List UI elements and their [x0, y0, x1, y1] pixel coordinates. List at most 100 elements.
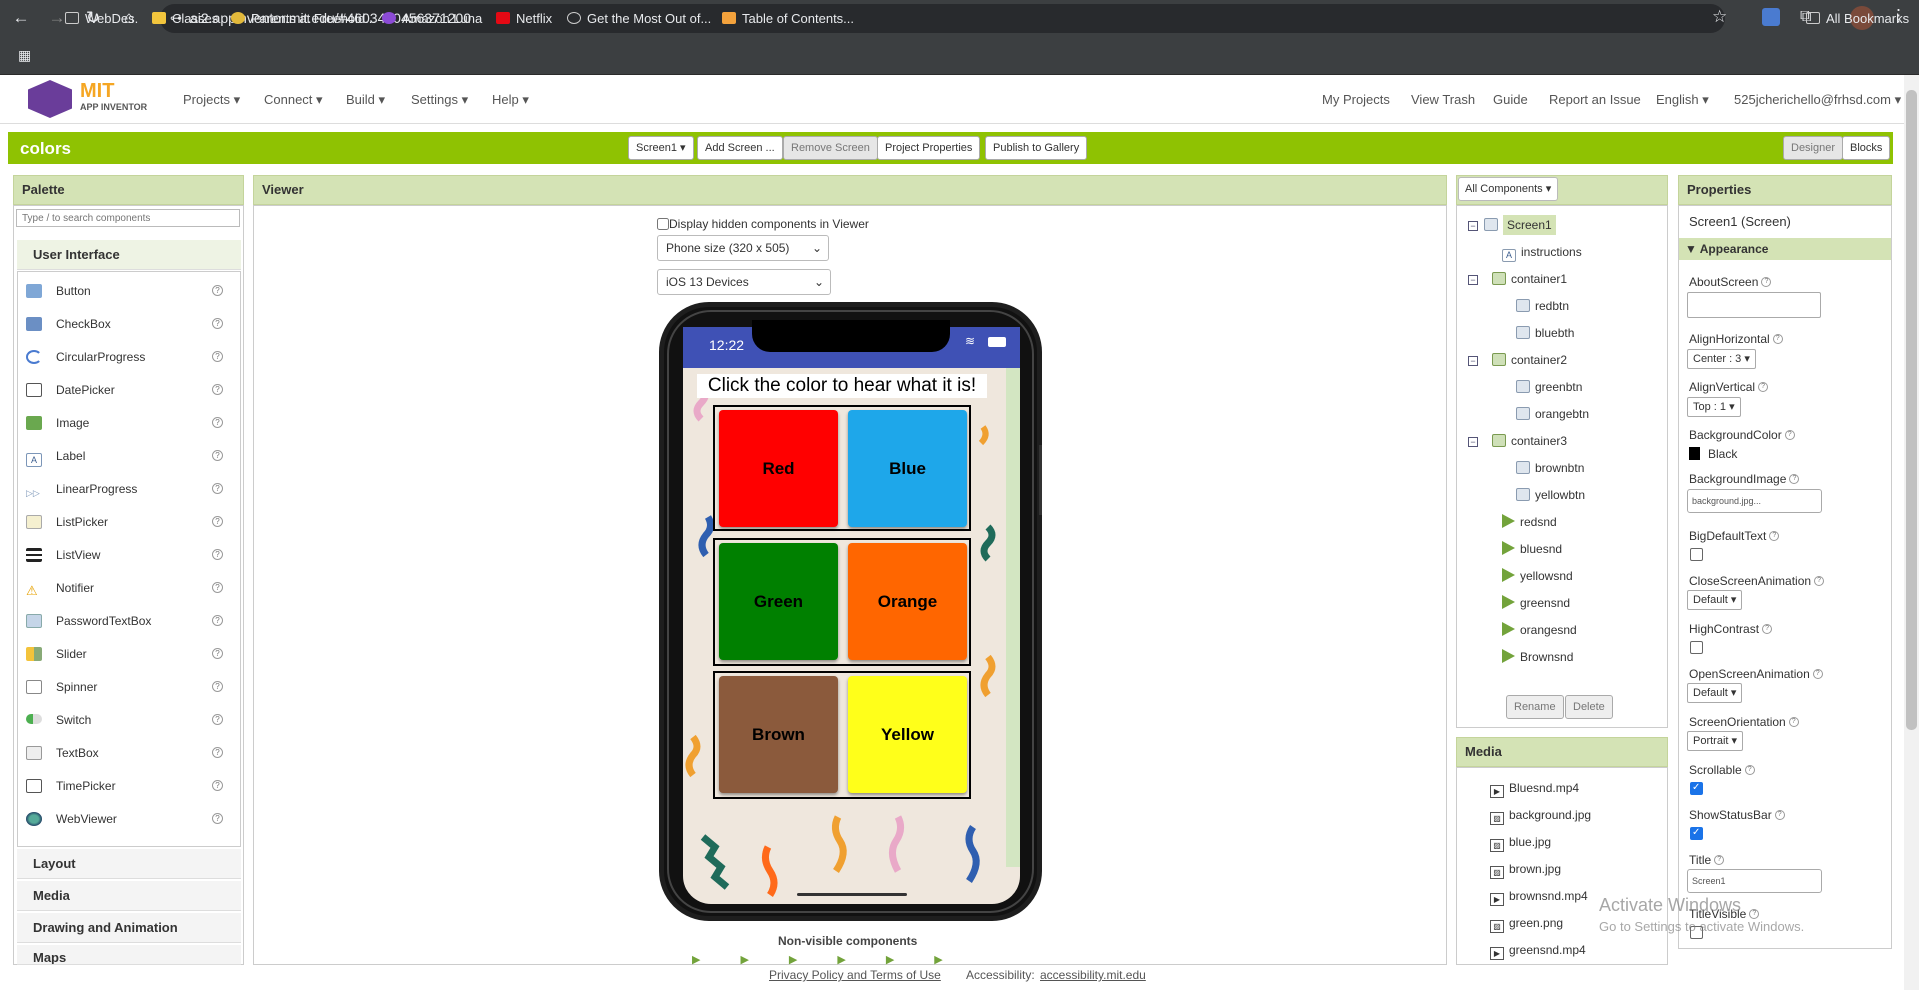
media-file[interactable]: ▶ brownsnd.mp4 [1490, 885, 1588, 907]
palette-notifier[interactable]: ⚠ Notifier? [26, 573, 226, 603]
screen-select[interactable]: Screen1 ▾ [628, 136, 694, 160]
scrollbar-thumb[interactable] [1906, 90, 1917, 730]
alignvertical-dropdown[interactable]: Top : 1 ▾ [1687, 397, 1741, 417]
alignhorizontal-dropdown[interactable]: Center : 3 ▾ [1687, 349, 1756, 369]
category-layout[interactable]: Layout [17, 849, 241, 879]
rename-button[interactable]: Rename [1506, 695, 1564, 719]
bookmark-parents[interactable]: Parents at Freehold... [231, 8, 376, 30]
showstatusbar-checkbox[interactable] [1690, 827, 1703, 840]
red-button[interactable]: Red [719, 410, 838, 527]
palette-webviewer[interactable]: WebViewer? [26, 804, 226, 834]
title-input[interactable]: Screen1 [1687, 869, 1822, 893]
palette-passwordtextbox[interactable]: PasswordTextBox? [26, 606, 226, 636]
green-button[interactable]: Green [719, 543, 838, 660]
extension-icon[interactable] [1762, 8, 1780, 26]
palette-button[interactable]: Button? [26, 276, 226, 306]
highcontrast-checkbox[interactable] [1690, 641, 1703, 654]
palette-datepicker[interactable]: DatePicker? [26, 375, 226, 405]
collapse-icon[interactable]: − [1468, 437, 1478, 447]
tree-node-yellowsnd[interactable]: yellowsnd [1502, 565, 1573, 587]
media-file[interactable]: ▶ Bluesnd.mp4 [1490, 777, 1579, 799]
tree-node-greensnd[interactable]: greensnd [1502, 592, 1570, 614]
tree-node-container1[interactable]: − container1 [1468, 268, 1567, 290]
scrollable-checkbox[interactable] [1690, 782, 1703, 795]
palette-checkbox[interactable]: CheckBox? [26, 309, 226, 339]
palette-listpicker[interactable]: ListPicker? [26, 507, 226, 537]
bookmark-classes[interactable]: Classes [152, 8, 218, 30]
palette-image[interactable]: Image? [26, 408, 226, 438]
tree-node-screen1[interactable]: − Screen1 [1468, 214, 1556, 236]
designer-button[interactable]: Designer [1783, 136, 1844, 160]
tree-node-redsnd[interactable]: redsnd [1502, 511, 1557, 533]
phone-size-select[interactable]: Phone size (320 x 505) ⌄ [657, 235, 829, 261]
category-maps[interactable]: Maps [17, 945, 241, 965]
blocks-button[interactable]: Blocks [1842, 136, 1891, 160]
palette-label[interactable]: A Label? [26, 441, 226, 471]
tree-node-brownsnd[interactable]: Brownsnd [1502, 646, 1573, 668]
menu-build[interactable]: Build ▾ [346, 92, 385, 108]
hidden-components-toggle[interactable]: Display hidden components in Viewer [657, 217, 869, 231]
project-properties-button[interactable]: Project Properties [877, 136, 981, 160]
privacy-link[interactable]: Privacy Policy and Terms of Use [769, 968, 941, 982]
palette-listview[interactable]: ListView? [26, 540, 226, 570]
media-file[interactable]: ▶ greensnd.mp4 [1490, 939, 1586, 961]
components-filter-dropdown[interactable]: All Components ▾ [1458, 177, 1559, 201]
accessibility-link[interactable]: accessibility.mit.edu [1040, 968, 1146, 982]
collapse-icon[interactable]: − [1468, 221, 1478, 231]
back-icon[interactable]: ← [9, 6, 33, 30]
palette-search-input[interactable] [16, 209, 240, 227]
bookmark-netflix[interactable]: Netflix [496, 8, 552, 30]
delete-button[interactable]: Delete [1565, 695, 1613, 719]
brown-button[interactable]: Brown [719, 676, 838, 793]
device-select[interactable]: iOS 13 Devices ⌄ [657, 269, 831, 295]
tree-node-redbtn[interactable]: redbtn [1516, 295, 1569, 317]
tree-node-brownbtn[interactable]: brownbtn [1516, 457, 1584, 479]
menu-projects[interactable]: Projects ▾ [183, 92, 240, 108]
add-screen-button[interactable]: Add Screen ... [697, 136, 783, 160]
bigdefaulttext-checkbox[interactable] [1690, 548, 1703, 561]
all-bookmarks[interactable]: All Bookmarks [1806, 8, 1909, 30]
menu-account[interactable]: 525jcherichello@frhsd.com ▾ [1734, 92, 1901, 108]
category-drawing-animation[interactable]: Drawing and Animation [17, 913, 241, 943]
category-media[interactable]: Media [17, 881, 241, 911]
aboutscreen-textarea[interactable] [1687, 292, 1821, 318]
hidden-components-checkbox[interactable] [657, 218, 669, 230]
appearance-section[interactable]: ▼ Appearance [1679, 238, 1891, 260]
logo-title[interactable]: MIT [80, 80, 114, 103]
menu-help[interactable]: Help ▾ [492, 92, 529, 108]
bookmark-table-contents[interactable]: Table of Contents... [722, 8, 854, 30]
tree-node-orangesnd[interactable]: orangesnd [1502, 619, 1577, 641]
yellow-button[interactable]: Yellow [848, 676, 967, 793]
backgroundcolor-picker[interactable]: Black [1689, 447, 1737, 461]
tree-node-container2[interactable]: − container2 [1468, 349, 1567, 371]
palette-textbox[interactable]: TextBox? [26, 738, 226, 768]
media-file[interactable]: ▨ blue.jpg [1490, 831, 1551, 853]
media-file[interactable]: ▨ background.jpg [1490, 804, 1591, 826]
palette-linearprogress[interactable]: ▷▷ LinearProgress? [26, 474, 226, 504]
bookmark-get-most[interactable]: Get the Most Out of... [567, 8, 711, 30]
collapse-icon[interactable]: − [1468, 275, 1478, 285]
tree-node-container3[interactable]: − container3 [1468, 430, 1567, 452]
tree-node-bluesnd[interactable]: bluesnd [1502, 538, 1562, 560]
palette-slider[interactable]: Slider? [26, 639, 226, 669]
media-file[interactable]: ▨ green.png [1490, 912, 1563, 934]
menu-connect[interactable]: Connect ▾ [264, 92, 323, 108]
apps-grid-icon[interactable]: ▦ [18, 47, 31, 64]
tree-node-instructions[interactable]: Ainstructions [1502, 241, 1582, 263]
menu-language[interactable]: English ▾ [1656, 92, 1709, 108]
star-icon[interactable]: ☆ [1712, 7, 1727, 27]
publish-gallery-button[interactable]: Publish to Gallery [985, 136, 1088, 160]
screenorientation-dropdown[interactable]: Portrait ▾ [1687, 731, 1744, 751]
remove-screen-button[interactable]: Remove Screen [783, 136, 878, 160]
category-user-interface[interactable]: User Interface [17, 240, 241, 270]
blue-button[interactable]: Blue [848, 410, 967, 527]
closescreenanimation-dropdown[interactable]: Default ▾ [1687, 590, 1743, 610]
palette-circularprogress[interactable]: CircularProgress? [26, 342, 226, 372]
menu-settings[interactable]: Settings ▾ [411, 92, 468, 108]
link-view-trash[interactable]: View Trash [1411, 92, 1475, 107]
tree-node-bluebth[interactable]: bluebth [1516, 322, 1574, 344]
openscreenanimation-dropdown[interactable]: Default ▾ [1687, 683, 1743, 703]
backgroundimage-picker[interactable]: background.jpg... [1687, 489, 1822, 513]
link-report-issue[interactable]: Report an Issue [1549, 92, 1641, 107]
palette-timepicker[interactable]: TimePicker? [26, 771, 226, 801]
